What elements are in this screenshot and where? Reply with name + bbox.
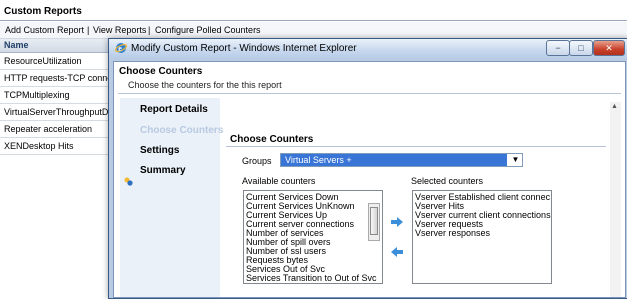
row-label: TCPMultiplexing [4,90,70,100]
wizard-nav: Report Details Choose Counters Settings … [120,98,223,297]
groups-select[interactable]: Virtual Servers + ▼ [280,153,523,167]
configure-polled-counters-link[interactable]: Configure Polled Counters [155,25,261,35]
page-title: Custom Reports [4,6,82,17]
list-item[interactable]: Vserver responses [415,229,490,238]
view-reports-link[interactable]: View Reports [93,25,146,35]
nav-marker-icon [124,177,133,186]
toolbar-separator: | [148,25,151,35]
divider [118,93,621,94]
minimize-button[interactable]: − [546,40,570,56]
available-counters-label: Available counters [242,176,316,186]
list-item[interactable]: Services Transition to Out of Svc [246,274,377,283]
page-scrollbar[interactable] [610,102,621,297]
table-row[interactable]: XENDesktop Hits [0,138,112,155]
toolbar-separator: | [87,25,90,35]
scroll-up-icon[interactable]: ▲ [611,103,618,110]
dialog-subtitle: Choose the counters for the this report [128,80,282,90]
row-label: ResourceUtilization [4,56,82,66]
table-row[interactable]: Repeater acceleration [0,121,112,138]
toolbar: Add Custom Report | View Reports | Confi… [0,22,627,39]
nav-choose-counters[interactable]: Choose Counters [140,125,223,136]
ie-icon: e [115,43,127,53]
scrollbar-thumb[interactable] [370,207,378,235]
selected-counters-list[interactable]: Vserver Established client connec Vserve… [412,190,552,284]
row-label: XENDesktop Hits [4,141,74,151]
table-row[interactable]: VirtualServerThroughputD [0,104,112,121]
add-custom-report-link[interactable]: Add Custom Report [5,25,84,35]
divider [0,20,627,21]
panel-title: Choose Counters [230,134,314,145]
groups-selected-value: Virtual Servers + [281,154,507,166]
maximize-button[interactable]: □ [569,40,593,56]
dropdown-arrow-icon[interactable]: ▼ [509,154,522,166]
selected-counters-label: Selected counters [411,176,484,186]
dialog-heading: Choose Counters [119,66,203,77]
table-row[interactable]: TCPMultiplexing [0,87,112,104]
table-row[interactable]: HTTP requests-TCP conne [0,70,112,87]
row-label: VirtualServerThroughputD [4,107,109,117]
panel-header: Choose Counters [226,132,606,147]
list-scrollbar[interactable] [368,203,380,241]
dialog-title: Modify Custom Report - Windows Internet … [131,43,357,54]
nav-summary[interactable]: Summary [140,165,186,176]
svg-text:e: e [118,44,122,53]
nav-settings[interactable]: Settings [140,145,179,156]
move-left-icon[interactable] [391,247,403,257]
column-header-name[interactable]: Name [4,40,29,50]
nav-report-details[interactable]: Report Details [140,104,208,115]
available-counters-list[interactable]: Current Services Down Current Services U… [243,190,383,284]
row-label: Repeater acceleration [4,124,93,134]
move-right-icon[interactable] [391,217,403,227]
dialog-titlebar[interactable]: e Modify Custom Report - Windows Interne… [109,39,627,59]
row-label: HTTP requests-TCP conne [4,73,112,83]
choose-counters-panel: Choose Counters Groups Virtual Servers +… [226,132,606,297]
close-button[interactable]: ✕ [593,40,625,56]
modify-report-dialog: e Modify Custom Report - Windows Interne… [108,38,627,299]
groups-label: Groups [242,156,272,166]
table-row[interactable]: ResourceUtilization [0,53,112,70]
dialog-body: Choose Counters Choose the counters for … [113,61,626,298]
